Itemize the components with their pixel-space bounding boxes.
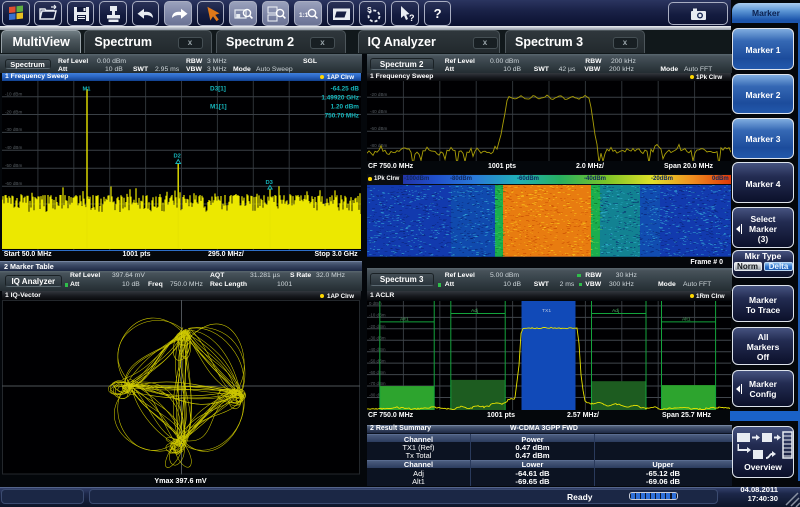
svg-text:-60 dBm: -60 dBm	[5, 181, 22, 186]
svg-text:?: ?	[409, 13, 415, 23]
svg-text:-60 dBm: -60 dBm	[370, 126, 387, 131]
svg-text:-10 dBm: -10 dBm	[369, 312, 386, 317]
svg-text:Alt1: Alt1	[682, 316, 691, 322]
svg-text:-30 dBm: -30 dBm	[369, 335, 386, 340]
svg-text:-40 dBm: -40 dBm	[5, 145, 22, 150]
svg-text:-20 dBm: -20 dBm	[370, 92, 387, 97]
svg-text:Adj: Adj	[471, 308, 478, 314]
svg-text:1.49920 GHz: 1.49920 GHz	[321, 94, 359, 101]
svg-text:-50 dBm: -50 dBm	[5, 163, 22, 168]
svg-text:D3: D3	[265, 180, 272, 186]
svg-text:-70 dBm: -70 dBm	[369, 381, 386, 386]
svg-text:-50 dBm: -50 dBm	[369, 358, 386, 363]
svg-text:Alt1: Alt1	[400, 316, 409, 322]
svg-text:M1: M1	[83, 86, 92, 92]
svg-text:D3[1]: D3[1]	[210, 85, 226, 92]
svg-text:-30 dBm: -30 dBm	[5, 127, 22, 132]
svg-text:-40 dBm: -40 dBm	[369, 346, 386, 351]
svg-text:750.70 MHz: 750.70 MHz	[325, 112, 359, 119]
svg-text:-20 dBm: -20 dBm	[369, 324, 386, 329]
svg-text:TX1: TX1	[542, 308, 551, 314]
svg-text:-10 dBm: -10 dBm	[5, 91, 22, 96]
svg-text:1:1: 1:1	[299, 12, 309, 19]
svg-text:M1[1]: M1[1]	[210, 103, 227, 110]
svg-text:-64.25 dB: -64.25 dB	[331, 85, 360, 92]
svg-text:D2: D2	[174, 153, 181, 159]
svg-text:1.20 dBm: 1.20 dBm	[331, 103, 360, 110]
svg-text:-80 dBm: -80 dBm	[370, 143, 387, 148]
svg-text:Adj: Adj	[612, 308, 619, 314]
svg-text:-20 dBm: -20 dBm	[5, 109, 22, 114]
svg-text:-40 dBm: -40 dBm	[370, 109, 387, 114]
svg-text:-60 dBm: -60 dBm	[369, 369, 386, 374]
